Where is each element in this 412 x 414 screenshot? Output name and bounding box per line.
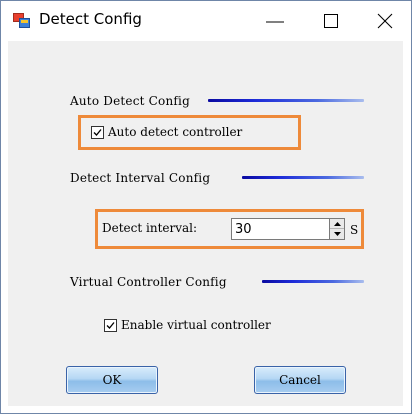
arrow-down-icon bbox=[333, 232, 341, 236]
auto-detect-section-divider bbox=[208, 99, 364, 102]
ok-button[interactable]: OK bbox=[66, 366, 158, 394]
detect-interval-section-title: Detect Interval Config bbox=[70, 171, 211, 185]
arrow-up-icon bbox=[333, 221, 341, 226]
detect-interval-section-divider bbox=[242, 176, 364, 179]
checkmark-icon bbox=[106, 321, 115, 329]
minimize-button[interactable] bbox=[263, 9, 287, 33]
auto-detect-checkbox[interactable] bbox=[91, 125, 104, 139]
cancel-button[interactable]: Cancel bbox=[254, 366, 346, 394]
dialog-body: Auto Detect Config Auto detect controlle… bbox=[8, 41, 403, 406]
virtual-controller-section-divider bbox=[262, 280, 364, 283]
detect-interval-unit: S bbox=[350, 223, 359, 237]
virtual-controller-checkbox[interactable] bbox=[104, 318, 117, 332]
auto-detect-checkbox-row[interactable]: Auto detect controller bbox=[91, 125, 242, 139]
minimize-icon bbox=[266, 21, 284, 23]
stepper-up-button[interactable] bbox=[330, 219, 344, 229]
close-button[interactable] bbox=[373, 9, 397, 33]
close-icon bbox=[377, 13, 393, 29]
window-title: Detect Config bbox=[39, 10, 142, 28]
auto-detect-section-title: Auto Detect Config bbox=[70, 94, 190, 108]
detect-interval-stepper[interactable] bbox=[329, 218, 345, 240]
virtual-controller-checkbox-row[interactable]: Enable virtual controller bbox=[104, 318, 271, 332]
app-icon bbox=[13, 13, 30, 28]
detect-config-window: Detect Config Auto Detect Config Auto de… bbox=[0, 0, 412, 414]
virtual-controller-section-title: Virtual Controller Config bbox=[70, 275, 227, 289]
detect-interval-input[interactable] bbox=[231, 218, 330, 240]
maximize-button[interactable] bbox=[319, 9, 343, 33]
stepper-down-button[interactable] bbox=[330, 229, 344, 239]
checkmark-icon bbox=[93, 128, 102, 136]
title-bar[interactable]: Detect Config bbox=[1, 1, 411, 41]
auto-detect-label[interactable]: Auto detect controller bbox=[108, 125, 242, 139]
maximize-icon bbox=[324, 14, 338, 28]
virtual-controller-label[interactable]: Enable virtual controller bbox=[121, 318, 271, 332]
detect-interval-label: Detect interval: bbox=[102, 221, 198, 235]
